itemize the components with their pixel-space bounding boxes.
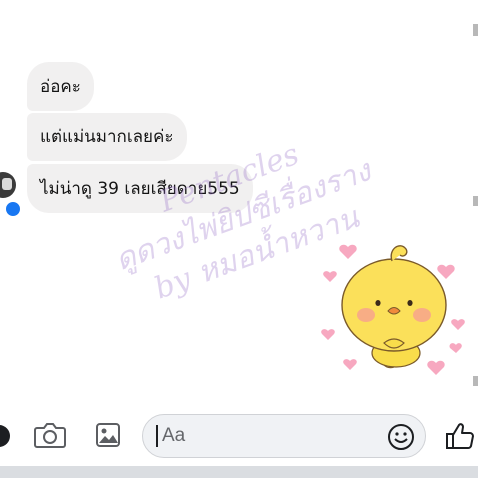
edge-fragment [473,196,478,206]
messenger-badge-icon [4,200,22,218]
message-bubble[interactable]: อ่อคะ [27,62,94,111]
heart-icon [343,359,357,370]
message-text: แต่แม่นมากเลยค่ะ [40,127,174,147]
message-bubble[interactable]: แต่แม่นมากเลยค่ะ [27,113,187,161]
heart-icon [427,360,445,375]
thumbs-up-icon[interactable] [442,418,478,454]
heart-icon [449,343,462,353]
image-icon[interactable] [90,417,126,453]
plus-circle-icon[interactable] [0,425,10,447]
chick-sticker[interactable] [318,235,466,380]
camera-icon[interactable] [32,417,68,453]
heart-icon [339,244,357,259]
message-bubble[interactable]: ไม่น่าดู 39 เลยเสียดาย555 [27,164,253,213]
edge-fragment [473,24,478,36]
message-text: ไม่น่าดู 39 เลยเสียดาย555 [40,178,240,199]
heart-icon [451,319,465,330]
bottom-edge [0,466,478,478]
edge-fragment [473,376,478,386]
heart-icon [323,271,337,282]
text-caret [156,425,158,447]
smiley-icon[interactable] [385,421,417,453]
avatar[interactable] [0,172,16,198]
conversation-panel: อ่อคะ แต่แม่นมากเลยค่ะ ไม่น่าดู 39 เลยเส… [0,0,478,405]
message-input[interactable] [162,425,362,447]
message-input-container[interactable] [142,414,426,458]
heart-icon [321,329,335,340]
composer-toolbar [0,405,478,465]
message-text: อ่อคะ [40,76,81,97]
heart-icon [437,264,455,279]
